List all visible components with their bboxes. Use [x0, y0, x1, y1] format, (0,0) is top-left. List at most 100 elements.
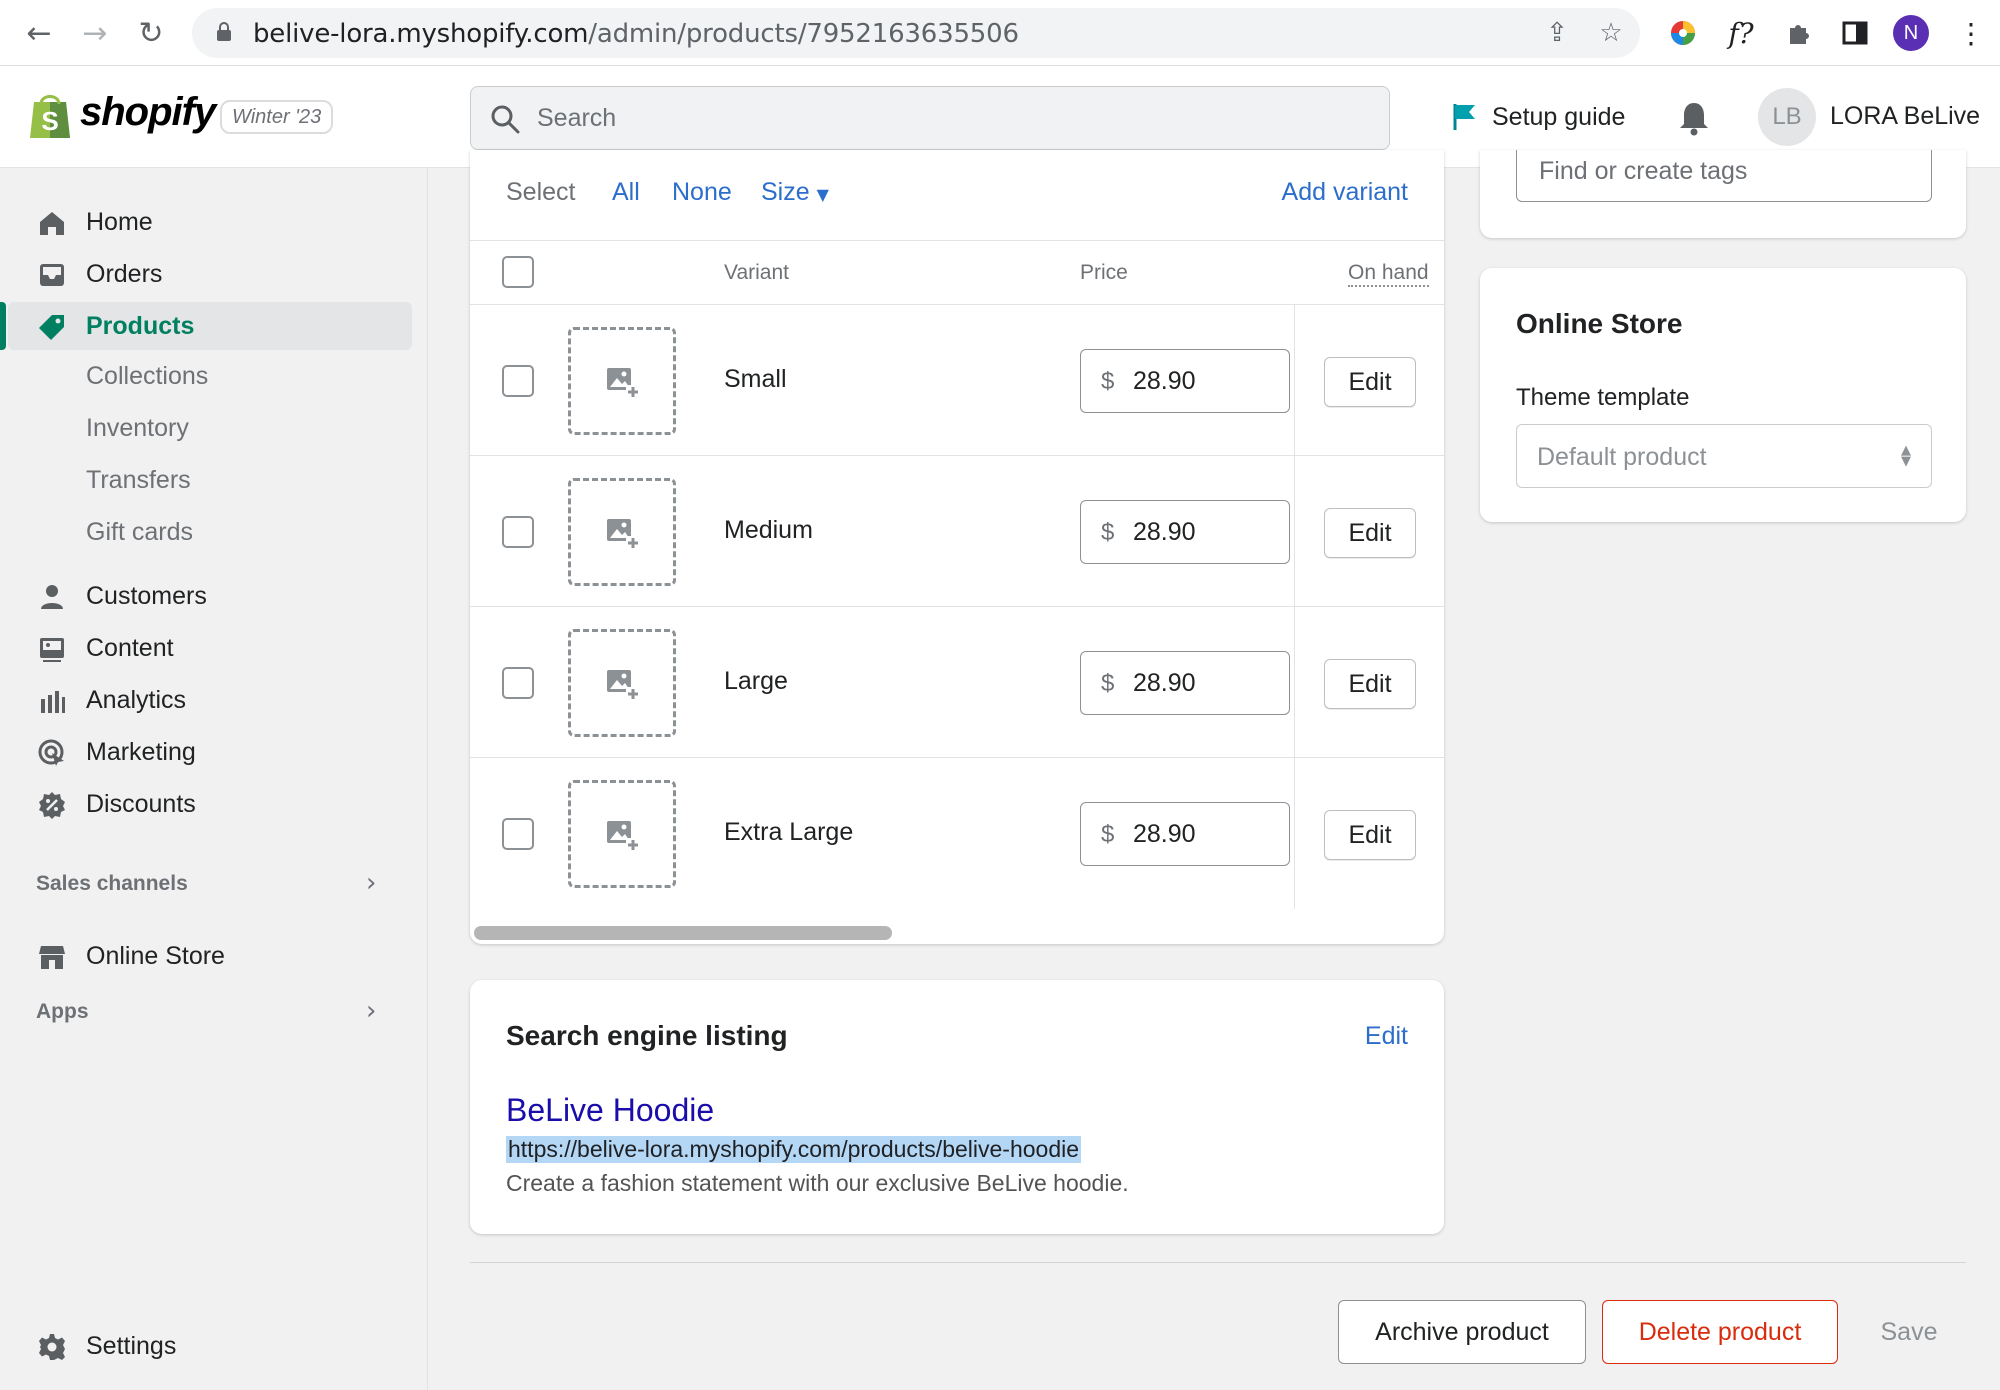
sidebar-item-content[interactable]: Content [0, 624, 428, 672]
theme-template-select[interactable]: Default product ▲ ▼ [1516, 424, 1932, 488]
table-row: Small $28.90 Edit [470, 305, 1444, 456]
profile-avatar[interactable]: N [1893, 15, 1929, 51]
star-icon[interactable]: ☆ [1596, 18, 1626, 48]
add-image-button[interactable] [568, 327, 676, 435]
currency-prefix: $ [1101, 519, 1115, 546]
column-on-hand[interactable]: On hand [1348, 261, 1429, 287]
add-image-icon [607, 368, 640, 399]
user-name[interactable]: LORA BeLive [1830, 102, 1980, 131]
edition-badge[interactable]: Winter '23 [220, 100, 334, 134]
sidebar-subitem-collections[interactable]: Collections [86, 362, 208, 391]
horizontal-scrollbar[interactable] [474, 926, 892, 940]
user-avatar[interactable]: LB [1758, 88, 1816, 146]
puzzle-icon[interactable] [1780, 14, 1818, 52]
row-checkbox[interactable] [502, 818, 534, 850]
price-input[interactable]: $28.90 [1080, 802, 1290, 866]
column-variant: Variant [724, 261, 789, 284]
font-extension-icon[interactable]: f? [1722, 14, 1760, 52]
edit-variant-button[interactable]: Edit [1324, 810, 1416, 860]
address-bar[interactable]: belive-lora.myshopify.com/admin/products… [192, 8, 1640, 58]
currency-prefix: $ [1101, 368, 1115, 395]
forward-icon[interactable]: → [76, 14, 114, 52]
row-checkbox[interactable] [502, 516, 534, 548]
bell-icon[interactable] [1678, 100, 1710, 136]
save-button[interactable]: Save [1852, 1300, 1966, 1364]
back-icon[interactable]: ← [20, 14, 58, 52]
sidebar-item-settings[interactable]: Settings [0, 1322, 428, 1370]
seo-preview-title: BeLive Hoodie [506, 1092, 715, 1128]
discount-icon [39, 792, 65, 819]
sidebar-subitem-transfers[interactable]: Transfers [86, 466, 191, 495]
sidebar-item-label: Marketing [86, 738, 196, 766]
add-image-button[interactable] [568, 629, 676, 737]
lock-icon [217, 22, 231, 41]
add-variant-link[interactable]: Add variant [1282, 178, 1408, 207]
price-input[interactable]: $28.90 [1080, 651, 1290, 715]
search-placeholder: Search [537, 104, 617, 132]
table-row: Large $28.90 Edit [470, 607, 1444, 758]
sidebar-item-label: Settings [86, 1332, 177, 1360]
edit-variant-button[interactable]: Edit [1324, 508, 1416, 558]
flag-icon [1453, 104, 1475, 130]
sidebar-item-products[interactable]: Products [8, 302, 412, 350]
price-value: 28.90 [1133, 820, 1196, 848]
select-all-link[interactable]: All [612, 178, 640, 207]
setup-guide-label: Setup guide [1492, 102, 1626, 131]
chevron-right-icon[interactable]: › [366, 996, 376, 1026]
gear-icon [39, 1334, 65, 1360]
row-checkbox[interactable] [502, 667, 534, 699]
sidebar-item-analytics[interactable]: Analytics [0, 676, 428, 724]
select-all-checkbox[interactable] [502, 256, 534, 288]
sidebar-item-online-store[interactable]: Online Store [0, 932, 428, 980]
color-wheel-extension-icon[interactable] [1664, 14, 1702, 52]
archive-product-button[interactable]: Archive product [1338, 1300, 1586, 1364]
tags-placeholder: Find or create tags [1539, 157, 1748, 185]
table-row: Medium $28.90 Edit [470, 456, 1444, 607]
sidebar-item-label: Analytics [86, 686, 187, 714]
tag-icon [39, 315, 64, 340]
sidebar-item-marketing[interactable]: Marketing [0, 728, 428, 776]
sidebar-item-customers[interactable]: Customers [0, 572, 428, 620]
orders-icon [40, 264, 64, 286]
shopify-wordmark[interactable]: shopify [80, 90, 216, 135]
sales-channels-heading[interactable]: Sales channels [36, 872, 188, 896]
reload-icon[interactable]: ↻ [132, 14, 170, 52]
price-input[interactable]: $28.90 [1080, 349, 1290, 413]
variant-name: Small [724, 365, 787, 393]
price-value: 28.90 [1133, 367, 1196, 395]
more-menu-icon[interactable]: ⋮ [1952, 14, 1990, 52]
sidebar-subitem-gift-cards[interactable]: Gift cards [86, 518, 193, 547]
side-panel-icon[interactable] [1836, 14, 1874, 52]
chevron-right-icon[interactable]: › [366, 868, 376, 898]
search-input[interactable]: Search [470, 86, 1390, 150]
tags-input[interactable]: Find or create tags [1516, 150, 1932, 202]
seo-edit-link[interactable]: Edit [1365, 1022, 1408, 1051]
delete-product-button[interactable]: Delete product [1602, 1300, 1838, 1364]
sidebar-item-label: Orders [86, 260, 163, 288]
apps-heading[interactable]: Apps [36, 1000, 89, 1024]
sidebar-subitem-inventory[interactable]: Inventory [86, 414, 189, 443]
online-store-card-title: Online Store [1516, 308, 1683, 339]
size-filter-dropdown[interactable]: Size ▼ [761, 178, 829, 207]
theme-template-value: Default product [1537, 443, 1707, 471]
price-value: 28.90 [1133, 669, 1196, 697]
add-image-icon [607, 670, 640, 701]
url-text: belive-lora.myshopify.com/admin/products… [253, 19, 1019, 49]
share-icon[interactable]: ⇪ [1542, 18, 1572, 48]
select-label: Select [506, 178, 576, 206]
edit-variant-button[interactable]: Edit [1324, 357, 1416, 407]
sidebar-item-label: Products [86, 312, 195, 340]
select-none-link[interactable]: None [672, 178, 732, 207]
column-divider [1294, 456, 1295, 607]
edit-variant-button[interactable]: Edit [1324, 659, 1416, 709]
sidebar-item-discounts[interactable]: Discounts [0, 780, 428, 828]
add-image-button[interactable] [568, 780, 676, 888]
price-input[interactable]: $28.90 [1080, 500, 1290, 564]
setup-guide-button[interactable]: Setup guide [1452, 92, 1625, 142]
column-price: Price [1080, 261, 1128, 284]
sidebar-item-home[interactable]: Home [0, 198, 428, 246]
row-checkbox[interactable] [502, 365, 534, 397]
currency-prefix: $ [1101, 670, 1115, 697]
add-image-button[interactable] [568, 478, 676, 586]
sidebar-item-orders[interactable]: Orders [0, 250, 428, 298]
